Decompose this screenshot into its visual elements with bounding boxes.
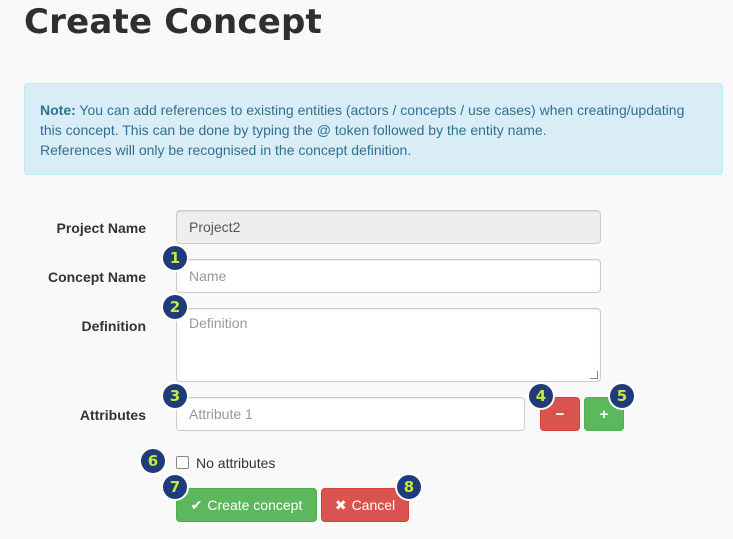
annotation-badge: 8	[397, 475, 421, 499]
no-attributes-checkbox[interactable]	[176, 456, 189, 469]
note-line3: References will only be recognised in th…	[40, 142, 412, 158]
annotation-badge: 5	[610, 384, 634, 408]
concept-name-label: Concept Name	[47, 269, 146, 285]
definition-label: Definition	[81, 318, 146, 334]
annotation-badge: 7	[163, 475, 187, 499]
annotation-badge: 4	[529, 384, 553, 408]
resize-grip-icon[interactable]	[590, 371, 598, 379]
info-note: Note: You can add references to existing…	[24, 83, 723, 175]
annotation-badge: 2	[163, 295, 187, 319]
annotation-badge: 1	[163, 246, 187, 270]
plus-icon: +	[599, 405, 609, 423]
note-text: You can add references to existing entit…	[40, 102, 685, 138]
create-concept-button[interactable]: ✔ Create concept	[176, 488, 317, 522]
note-prefix: Note:	[40, 102, 76, 118]
no-attributes-label: No attributes	[196, 455, 276, 471]
page-title: Create Concept	[24, 2, 322, 42]
concept-name-input[interactable]	[176, 259, 601, 293]
check-icon: ✔	[190, 496, 203, 513]
cancel-label: Cancel	[351, 497, 396, 513]
cross-icon: ✖	[334, 496, 347, 513]
definition-textarea[interactable]	[176, 308, 601, 382]
attributes-label: Attributes	[79, 407, 146, 423]
create-concept-label: Create concept	[207, 497, 303, 513]
attribute-input[interactable]	[176, 397, 525, 431]
annotation-badge: 6	[141, 449, 165, 473]
cancel-button[interactable]: ✖ Cancel	[321, 488, 409, 522]
annotation-badge: 3	[163, 384, 187, 408]
project-name-field	[176, 210, 601, 244]
minus-icon: −	[555, 405, 565, 423]
project-name-label: Project Name	[56, 220, 146, 236]
